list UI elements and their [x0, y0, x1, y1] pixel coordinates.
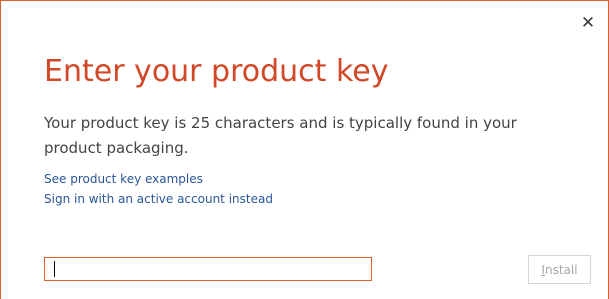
close-icon[interactable]: ✕ [581, 13, 595, 33]
dialog-title: Enter your product key [44, 54, 389, 89]
see-product-key-examples-link[interactable]: See product key examples [44, 172, 203, 186]
dialog-description: Your product key is 25 characters and is… [44, 114, 517, 157]
install-button-label: nstall [544, 262, 578, 277]
install-button[interactable]: Install [528, 255, 591, 284]
product-key-dialog: ✕ Enter your product key Your product ke… [0, 0, 609, 299]
product-key-input[interactable] [44, 257, 372, 281]
sign-in-active-account-link[interactable]: Sign in with an active account instead [44, 192, 273, 206]
close-button[interactable]: ✕ [580, 13, 596, 33]
text-caret [54, 261, 55, 277]
